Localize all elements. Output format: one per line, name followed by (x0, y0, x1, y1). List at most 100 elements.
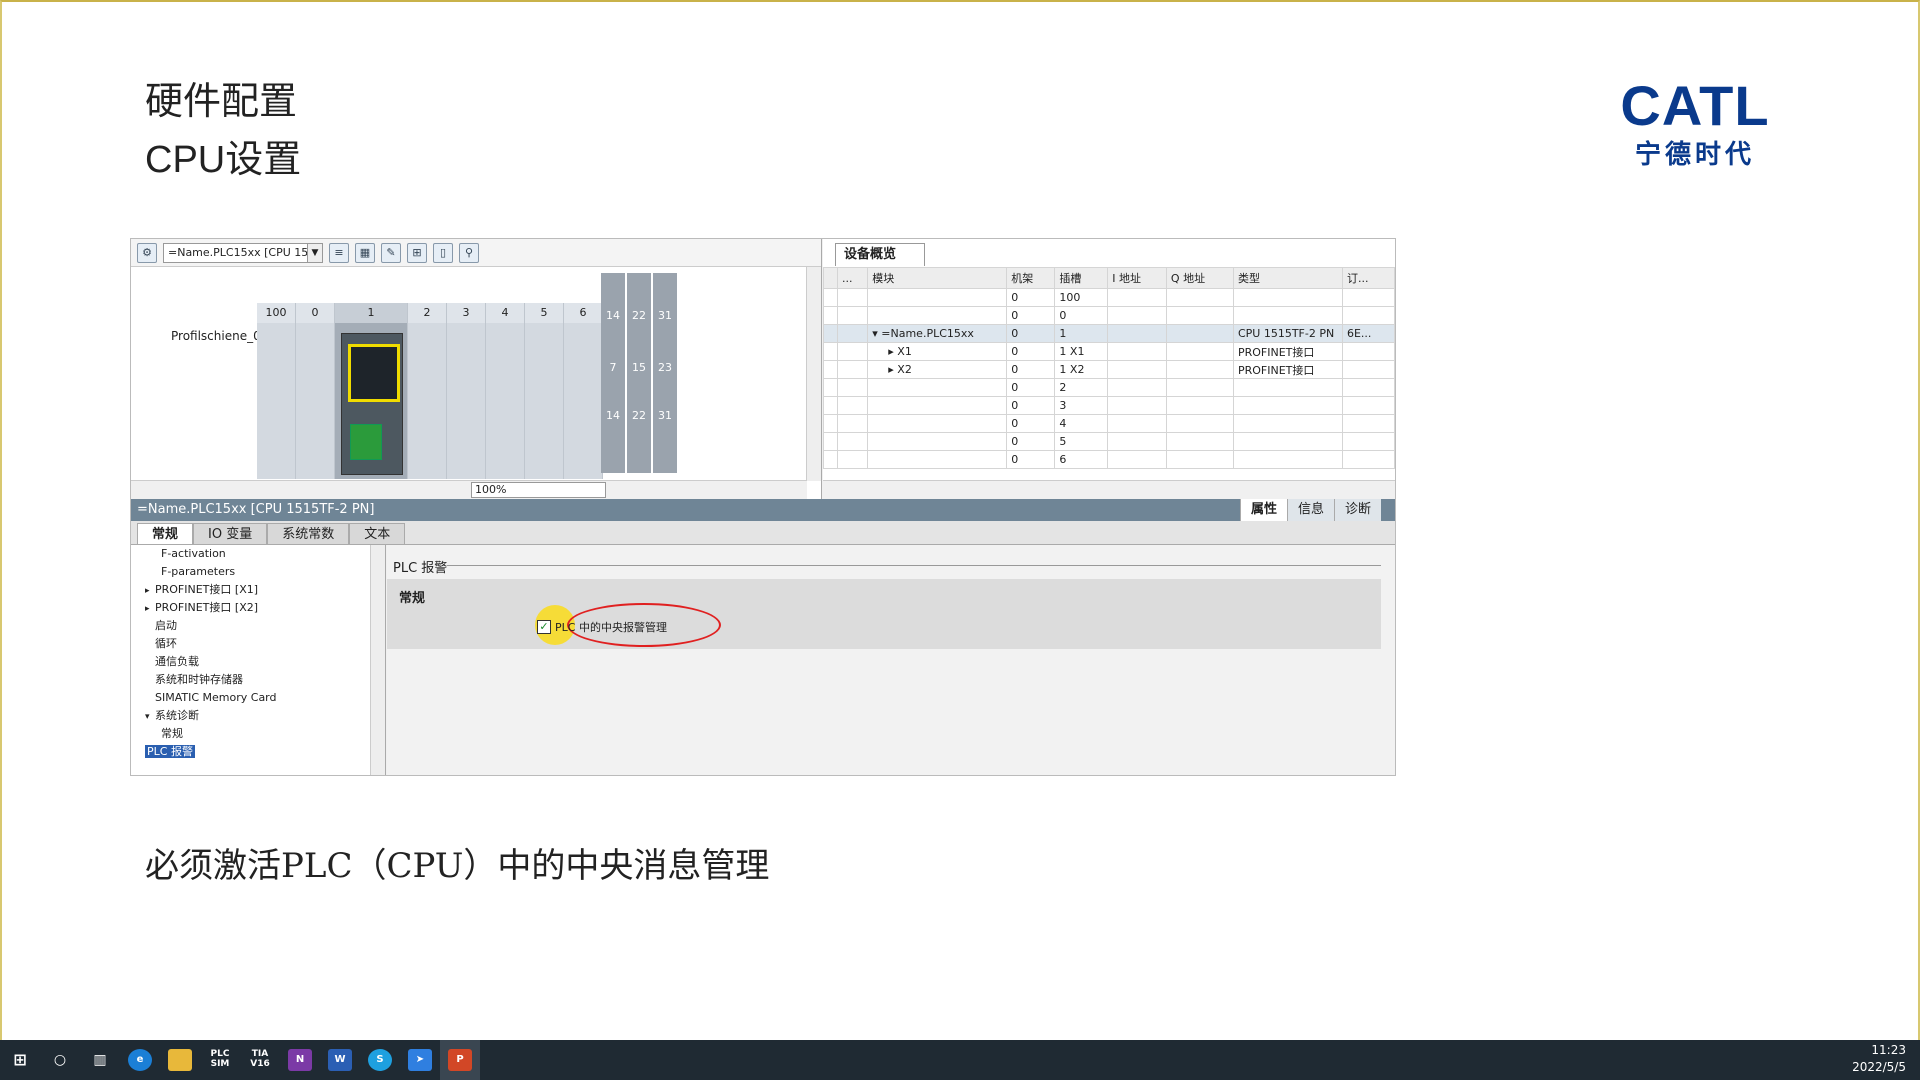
tab-diagnostics[interactable]: 诊断 (1333, 499, 1381, 521)
overview-table: ... 模块 机架 插槽 I 地址 Q 地址 类型 订... 0 100 00 ▾… (823, 267, 1395, 469)
tab-texts[interactable]: 文本 (349, 523, 406, 544)
ext-top: 31 (658, 309, 672, 322)
table-row[interactable]: 03 (823, 396, 1395, 415)
chevron-down-icon[interactable]: ▼ (307, 243, 322, 262)
edit-icon[interactable]: ✎ (381, 242, 401, 263)
tab-io-tags[interactable]: IO 变量 (193, 523, 268, 544)
table-row[interactable]: 06 (823, 450, 1395, 469)
col-slot[interactable]: 插槽 (1054, 267, 1109, 289)
nav-item-system-diagnostics[interactable]: ▾ 系统诊断 (131, 707, 385, 725)
chevron-right-icon[interactable]: ▸ (145, 600, 155, 618)
tab-device-overview[interactable]: 设备概览 (835, 243, 925, 266)
table-row[interactable]: 00 (823, 306, 1395, 325)
powerpoint-icon[interactable]: P (440, 1040, 480, 1080)
nav-item-comm-load[interactable]: 通信负载 (131, 653, 385, 671)
chevron-right-icon[interactable]: ▸ (145, 582, 155, 600)
table-row[interactable]: ▾ =Name.PLC15xx 0 1 CPU 1515TF-2 PN 6E... (823, 324, 1395, 343)
tab-general[interactable]: 常规 (137, 523, 194, 544)
col-type[interactable]: 类型 (1232, 267, 1343, 289)
windows-icon[interactable]: ⊞ (0, 1040, 40, 1080)
app-icon[interactable]: ➤ (400, 1040, 440, 1080)
table-row[interactable]: ▸ X1 0 1 X1 PROFINET接口 (823, 342, 1395, 361)
cell-order (1341, 378, 1395, 397)
skype-icon[interactable]: S (360, 1040, 400, 1080)
cell-type (1232, 288, 1343, 307)
general-panel: 常规 ✓ PLC 中的中央报警管理 (387, 579, 1381, 649)
tab-info[interactable]: 信息 (1286, 499, 1334, 521)
search-icon[interactable]: ○ (40, 1040, 80, 1080)
slot-6[interactable]: 6 (564, 303, 603, 479)
slide-subtitle: CPU设置 (145, 139, 302, 181)
nav-tree-scrollbar[interactable] (370, 545, 385, 775)
col-order[interactable]: 订... (1341, 267, 1395, 289)
col-module[interactable]: 模块 (867, 267, 1008, 289)
device-select[interactable]: =Name.PLC15xx [CPU 1515TF- ▼ (163, 242, 323, 263)
tab-system-constants[interactable]: 系统常数 (267, 523, 350, 544)
cpu-module[interactable] (341, 333, 403, 475)
nav-item-memory-card[interactable]: SIMATIC Memory Card (131, 689, 385, 707)
slot-0[interactable]: 0 (296, 303, 335, 479)
word-icon[interactable]: W (320, 1040, 360, 1080)
chevron-down-icon[interactable]: ▾ (145, 708, 155, 726)
onenote-label: N (288, 1049, 312, 1071)
onenote-icon[interactable]: N (280, 1040, 320, 1080)
cell-order (1341, 342, 1395, 361)
table-icon[interactable]: ▦ (355, 242, 375, 263)
central-alarm-management-option[interactable]: ✓ PLC 中的中央报警管理 (537, 619, 667, 635)
ext-col[interactable]: 31 23 31 (653, 273, 677, 473)
ext-col[interactable]: 14 7 14 (601, 273, 625, 473)
device-view: ⚙ =Name.PLC15xx [CPU 1515TF- ▼ ≡ ▦ ✎ ⊞ ▯… (131, 239, 822, 499)
central-alarm-checkbox[interactable]: ✓ (537, 620, 551, 634)
nav-item-startup[interactable]: 启动 (131, 617, 385, 635)
table-row[interactable]: 04 (823, 414, 1395, 433)
device-view-hscroll[interactable]: 100% (131, 480, 807, 499)
tab-properties[interactable]: 属性 (1239, 499, 1287, 521)
table-row[interactable]: ▸ X2 0 1 X2 PROFINET接口 (823, 360, 1395, 379)
device-icon[interactable]: ⚙ (137, 242, 157, 263)
table-row[interactable]: 02 (823, 378, 1395, 397)
task-view-icon[interactable]: ▥ (80, 1040, 120, 1080)
cell-type (1232, 396, 1343, 415)
section-title: PLC 报警 (393, 561, 448, 576)
overview-hscroll[interactable] (823, 480, 1395, 499)
ext-col[interactable]: 22 15 22 (627, 273, 651, 473)
nav-item-profinet-x2[interactable]: ▸ PROFINET接口 [X2] (131, 599, 385, 617)
slot-2[interactable]: 2 (408, 303, 447, 479)
table-row[interactable]: 05 (823, 432, 1395, 451)
col-icon (823, 267, 838, 289)
file-explorer-icon[interactable] (160, 1040, 200, 1080)
nav-item-cycle[interactable]: 循环 (131, 635, 385, 653)
slot-3[interactable]: 3 (447, 303, 486, 479)
zoom-icon[interactable]: ⚲ (459, 242, 479, 263)
cell-type: CPU 1515TF-2 PN (1232, 324, 1343, 343)
zoom-select[interactable]: 100% (471, 482, 606, 498)
col-qaddr[interactable]: Q 地址 (1165, 267, 1234, 289)
panel-icon[interactable]: ▯ (433, 242, 453, 263)
slide-caption: 必须激活PLC（CPU）中的中央消息管理 (145, 846, 770, 886)
table-row[interactable]: 0 100 (823, 288, 1395, 307)
tia-v16-icon[interactable]: TIA V16 (240, 1040, 280, 1080)
cell-slot: 5 (1054, 432, 1109, 451)
ext-top: 22 (632, 309, 646, 322)
grid-icon[interactable]: ⊞ (407, 242, 427, 263)
nav-item-plc-alarms[interactable]: PLC 报警 (131, 743, 385, 761)
ext-top: 14 (606, 309, 620, 322)
device-view-scrollbar[interactable] (806, 267, 821, 481)
slot-5[interactable]: 5 (525, 303, 564, 479)
nav-item-profinet-x1[interactable]: ▸ PROFINET接口 [X1] (131, 581, 385, 599)
slot-4[interactable]: 4 (486, 303, 525, 479)
plcsim-icon[interactable]: PLC SIM (200, 1040, 240, 1080)
col-rack[interactable]: 机架 (1006, 267, 1056, 289)
nav-item-system-clock-memory[interactable]: 系统和时钟存储器 (131, 671, 385, 689)
nav-item-f-activation[interactable]: F-activation (131, 545, 385, 563)
edge-icon[interactable]: e (120, 1040, 160, 1080)
slot-100[interactable]: 100 (257, 303, 296, 479)
nav-item-general[interactable]: 常规 (131, 725, 385, 743)
slot-1-cpu[interactable]: 1 (335, 303, 408, 479)
list-icon[interactable]: ≡ (329, 242, 349, 263)
nav-item-f-parameters[interactable]: F-parameters (131, 563, 385, 581)
cell-rack: 0 (1006, 432, 1056, 451)
system-clock[interactable]: 11:23 2022/5/5 (1852, 1042, 1906, 1076)
col-iaddr[interactable]: I 地址 (1107, 267, 1167, 289)
ext-mid: 23 (658, 361, 672, 374)
